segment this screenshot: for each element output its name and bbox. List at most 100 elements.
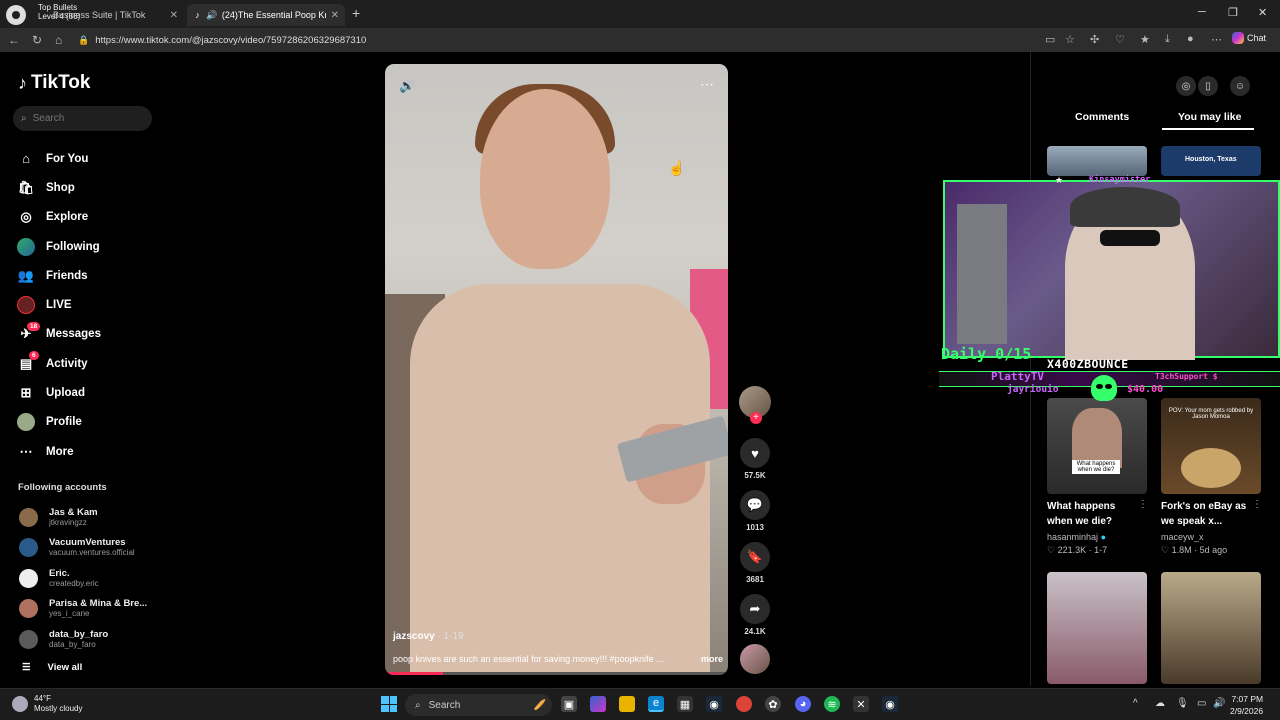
- sidebar-item-profile[interactable]: Profile: [17, 408, 167, 437]
- tray-app-icon[interactable]: ☁: [1155, 698, 1165, 709]
- like-button[interactable]: ♥ 57.5K: [736, 438, 774, 480]
- tiktok-logo[interactable]: ♪ TikTok: [18, 72, 90, 94]
- favorites-icon[interactable]: ★: [1140, 33, 1150, 46]
- file-explorer-icon[interactable]: [619, 696, 635, 712]
- account-item[interactable]: Eric. createdby.eric: [19, 563, 169, 594]
- tab-business-suite[interactable]: Business Suite | TikTok ✕: [32, 4, 184, 26]
- save-button[interactable]: 🔖 3681: [736, 542, 774, 584]
- spotify-icon[interactable]: ≋: [824, 696, 840, 712]
- close-tab-icon[interactable]: ✕: [170, 10, 178, 21]
- music-disc-icon: [740, 644, 770, 674]
- webcam-feed: [943, 180, 1280, 360]
- close-window-icon[interactable]: ✕: [1258, 6, 1267, 19]
- video-more-icon[interactable]: ⋯: [700, 76, 714, 93]
- sidebar-item-friends[interactable]: 👥 Friends: [17, 261, 167, 290]
- favorite-star-icon[interactable]: ☆: [1065, 33, 1075, 46]
- steam-icon[interactable]: ◉: [882, 696, 898, 712]
- account-item[interactable]: VacuumVentures vacuum.ventures.official: [19, 533, 169, 564]
- follow-plus-icon[interactable]: +: [750, 412, 762, 424]
- copilot-app-icon[interactable]: [590, 696, 606, 712]
- close-tab-icon[interactable]: ✕: [331, 10, 339, 21]
- video-author[interactable]: jazscovy · 1-19: [393, 631, 464, 642]
- creator-avatar-button[interactable]: +: [736, 386, 774, 424]
- account-item[interactable]: Jas & Kam jtkravingzz: [19, 502, 169, 533]
- recommended-thumbnail[interactable]: What happens when we die?: [1047, 398, 1147, 494]
- taskbar-search[interactable]: ⌕ Search 🥖: [405, 694, 552, 716]
- search-box[interactable]: ⌕: [13, 106, 152, 131]
- sidebar-item-activity[interactable]: ▤ 6 Activity: [17, 349, 167, 378]
- microphone-icon[interactable]: 🎙: [1176, 698, 1189, 709]
- taskbar-clock[interactable]: 7:07 PM 2/9/2026: [1230, 693, 1263, 717]
- profile-avatar-icon[interactable]: ●: [1187, 33, 1194, 45]
- store-icon[interactable]: ▦: [677, 696, 693, 712]
- app-icon[interactable]: ✕: [853, 696, 869, 712]
- settings-more-icon[interactable]: ⋯: [1211, 33, 1222, 46]
- caption-more-button[interactable]: more: [701, 654, 723, 664]
- new-tab-button[interactable]: +: [352, 5, 360, 21]
- task-view-icon[interactable]: ▣: [561, 696, 577, 712]
- minimize-icon[interactable]: ─: [1198, 6, 1206, 18]
- recommended-title[interactable]: Fork's on eBay as we speak x...: [1161, 499, 1251, 529]
- restore-icon[interactable]: ❐: [1228, 6, 1238, 19]
- account-name: Jas & Kam: [49, 507, 98, 518]
- weather-widget[interactable]: 44°F Mostly cloudy: [12, 694, 82, 714]
- friends-icon: 👥: [17, 267, 35, 283]
- speaker-icon[interactable]: 🔊: [1213, 698, 1225, 709]
- view-all-button[interactable]: ☰ View all: [22, 662, 82, 673]
- recommended-thumbnail[interactable]: POV: Your mom gets robbed by Jason Momoa: [1161, 398, 1261, 494]
- tab-comments[interactable]: Comments: [1075, 111, 1129, 123]
- extensions-icon[interactable]: ✣: [1090, 33, 1099, 46]
- app-icon[interactable]: ✿: [765, 696, 781, 712]
- recommended-title[interactable]: What happens when we die?: [1047, 499, 1137, 529]
- recommended-user[interactable]: maceyw_x: [1161, 532, 1204, 542]
- tiktok-note-icon: ♪: [18, 72, 27, 93]
- recommended-user[interactable]: hasanminhaj ●: [1047, 532, 1106, 542]
- account-item[interactable]: data_by_faro data_by_faro: [19, 624, 169, 655]
- sidebar-item-explore[interactable]: ◎ Explore: [17, 203, 167, 232]
- speaker-icon[interactable]: 🔊: [206, 10, 217, 20]
- windows-start-icon[interactable]: [381, 696, 397, 712]
- home-icon[interactable]: ⌂: [55, 33, 62, 47]
- sidebar-item-more[interactable]: ⋯ More: [17, 437, 167, 466]
- split-screen-icon[interactable]: ▭: [1045, 33, 1055, 46]
- coin-icon[interactable]: ◎: [1176, 76, 1196, 96]
- device-icon[interactable]: ▯: [1198, 76, 1218, 96]
- edge-icon[interactable]: e: [648, 696, 664, 712]
- downloads-icon[interactable]: ⤓: [1165, 33, 1170, 46]
- sidebar-item-shop[interactable]: 🛍 Shop: [17, 173, 167, 202]
- sidebar-item-following[interactable]: Following: [17, 232, 167, 261]
- volume-icon[interactable]: 🔊: [399, 78, 415, 94]
- post-age: 5d ago: [1199, 545, 1228, 555]
- account-item[interactable]: Parisa & Mina & Bre... yes_i_cane: [19, 594, 169, 625]
- url-field[interactable]: 🔒 https://www.tiktok.com/@jazscovy/video…: [78, 32, 1040, 49]
- search-icon: ⌕: [415, 699, 421, 711]
- sidebar-item-messages[interactable]: ✈ 18 Messages: [17, 320, 167, 349]
- recommended-thumbnail[interactable]: [1161, 572, 1261, 684]
- chrome-icon[interactable]: [736, 696, 752, 712]
- browser-essentials-icon[interactable]: ♡: [1115, 33, 1125, 46]
- sidebar-item-for-you[interactable]: ⌂ For You: [17, 144, 167, 173]
- refresh-icon[interactable]: ↻: [32, 33, 42, 47]
- share-button[interactable]: ➦ 24.1K: [736, 594, 774, 636]
- user-avatar-icon[interactable]: ☺: [1230, 76, 1250, 96]
- discord-icon[interactable]: ◕: [795, 696, 811, 712]
- tab-tiktok-video[interactable]: ♪ 🔊 (24)The Essential Poop Knife ✕: [187, 4, 345, 26]
- search-input[interactable]: [32, 113, 133, 124]
- back-icon[interactable]: ←: [8, 33, 20, 47]
- chevron-up-icon[interactable]: ^: [1133, 698, 1138, 709]
- copilot-chat-button[interactable]: Chat: [1232, 32, 1266, 44]
- card-more-icon[interactable]: ⋮: [1252, 499, 1262, 510]
- tab-you-may-like[interactable]: You may like: [1178, 111, 1241, 123]
- comment-button[interactable]: 💬 1013: [736, 490, 774, 532]
- music-button[interactable]: [736, 644, 774, 674]
- video-progress-bar[interactable]: [385, 672, 728, 675]
- steam-icon[interactable]: ◉: [706, 696, 722, 712]
- sidebar-item-label: Shop: [46, 181, 75, 194]
- sidebar-item-upload[interactable]: ⊞ Upload: [17, 378, 167, 407]
- sidebar-item-label: Messages: [46, 328, 101, 341]
- sidebar-item-live[interactable]: LIVE: [17, 290, 167, 319]
- display-icon[interactable]: ▭: [1197, 698, 1206, 709]
- card-more-icon[interactable]: ⋮: [1138, 499, 1148, 510]
- recommended-thumbnail[interactable]: [1047, 572, 1147, 684]
- video-player[interactable]: 🔊 ⋯ jazscovy · 1-19 poop knives are such…: [385, 64, 728, 675]
